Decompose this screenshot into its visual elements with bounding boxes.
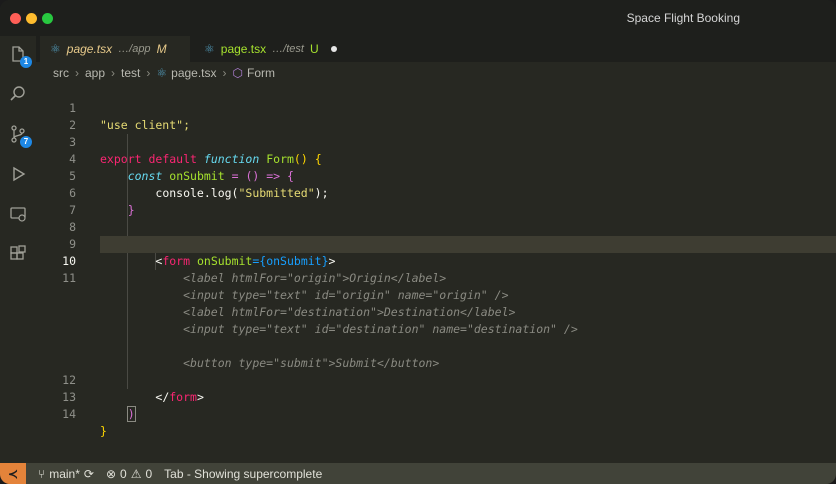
title-bar: Space Flight Booking [0,0,836,36]
warning-count: 0 [145,466,153,481]
branch-status[interactable]: ⑂ main* ⟳ [38,467,94,481]
line-number: 14 [62,407,76,421]
status-bar: ≺ ⑂ main* ⟳ ⊗ 0 ⚠ 0 Tab - Showing superc… [0,463,836,484]
code-line: 11 <input type="text" id="origin" name="… [36,253,836,302]
code-line: 12 </form> [36,355,836,404]
code-line: 1 "use client"; [36,83,836,132]
code-token: } [100,424,107,438]
code-line-current: 10 <label htmlFor="origin">Origin</label… [62,236,836,285]
status-message: Tab - Showing supercomplete [164,467,322,481]
branch-name: main* [49,466,80,481]
code-line: 14 } [36,389,836,438]
chevron-right-icon: › [111,66,116,80]
remote-indicator-icon[interactable]: ≺ [0,463,26,484]
minimize-window-button[interactable] [26,13,37,24]
symbol-method-icon: ⬡ [232,66,243,80]
chevron-right-icon: › [222,66,227,80]
breadcrumb-item[interactable]: Form [247,66,275,80]
chevron-right-icon: › [146,66,151,80]
error-icon: ⊗ [105,466,117,481]
tab-git-status: M [156,42,167,56]
editor-tab-bar: ⚛ page.tsx …/app M ⚛ page.tsx …/test U [36,36,836,62]
code-token: ) [126,406,136,422]
sync-icon: ⟳ [83,466,94,481]
maximize-window-button[interactable] [42,13,53,24]
remote-explorer-icon[interactable] [8,204,28,224]
vscode-window: Space Flight Booking 1 7 ⚛ page.tsx …/ap… [0,0,836,484]
code-line: <label htmlFor="destination">Destination… [36,287,836,319]
code-line: 13 ) [36,372,836,422]
code-line: 2 [36,100,836,132]
ghost-suggestion: <label htmlFor="origin">Origin</label> [183,271,447,285]
code-line: 7 [36,185,836,217]
breadcrumb-item[interactable]: page.tsx [171,66,216,80]
close-window-button[interactable] [10,13,21,24]
code-line: <button type="submit">Submit</button> [36,338,836,370]
breadcrumb: src › app › test › ⚛ page.tsx › ⬡ Form [53,64,275,82]
source-control-badge: 7 [20,136,32,148]
tab-file-path: …/app [118,43,151,55]
code-line: 8 return ( [36,202,836,252]
source-control-icon[interactable]: 7 [8,124,32,148]
code-line: 9 <form onSubmit={onSubmit}> [36,219,836,268]
git-branch-icon: ⑂ [38,466,46,481]
react-file-icon: ⚛ [156,66,168,80]
window-title: Space Flight Booking [626,11,740,25]
tab-file-name: page.tsx [66,42,113,56]
code-line: 4 const onSubmit = () => { [36,134,836,183]
breadcrumb-item[interactable]: app [85,66,105,80]
line-number: 11 [62,271,76,285]
problems-status[interactable]: ⊗ 0 ⚠ 0 [106,467,152,481]
warning-icon: ⚠ [130,466,142,481]
code-line: 5 console.log("Submitted"); [36,151,836,200]
tab-file-name: page.tsx [220,42,267,56]
tab-page-tsx-test[interactable]: ⚛ page.tsx …/test U [194,36,354,62]
activity-bar: 1 7 [0,36,36,463]
extensions-icon[interactable] [8,244,28,264]
ghost-suggestion: <input type="text" id="destination" name… [183,322,578,336]
line-number: 9 [69,237,76,251]
code-line: <input type="text" id="destination" name… [36,304,836,336]
explorer-icon[interactable]: 1 [8,44,32,68]
code-editor[interactable]: 1 "use client"; 2 3 export default funct… [36,83,836,463]
explorer-badge: 1 [20,56,32,68]
unsaved-dot-icon[interactable] [330,46,337,52]
react-file-icon: ⚛ [204,42,215,56]
tab-git-status: U [309,42,319,56]
error-count: 0 [120,466,127,481]
search-icon[interactable] [8,84,28,104]
run-debug-icon[interactable] [8,164,28,184]
tab-page-tsx-app[interactable]: ⚛ page.tsx …/app M [40,36,190,62]
chevron-right-icon: › [75,66,79,80]
react-file-icon: ⚛ [50,42,61,56]
code-line: 3 export default function Form() { [36,117,836,166]
tab-file-path: …/test [272,43,304,55]
breadcrumb-item[interactable]: test [121,66,140,80]
status-message-text: Tab - Showing supercomplete [164,466,323,481]
breadcrumb-item[interactable]: src [53,66,69,80]
code-line: 6 } [36,168,836,217]
